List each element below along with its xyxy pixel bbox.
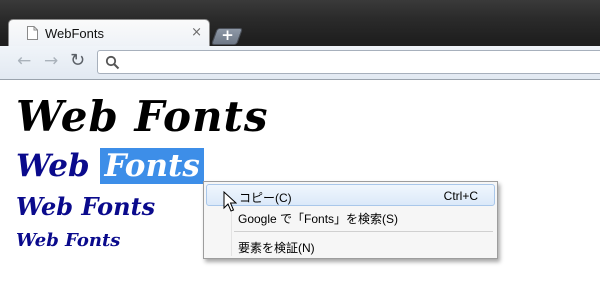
plus-icon: + [221,26,234,44]
menu-separator [234,231,493,232]
menu-item-copy[interactable]: コピー(C) Ctrl+C [206,184,495,206]
address-bar[interactable] [97,50,600,74]
reload-button[interactable]: ↻ [70,50,85,71]
heading-1: Web Fonts [16,92,269,141]
search-icon [105,55,120,70]
mouse-cursor-icon [223,191,237,212]
page-icon [27,26,38,40]
heading-2-plain: Web [16,148,101,184]
context-menu: コピー(C) Ctrl+C Google で「Fonts」を検索(S) 要素を検… [203,181,498,259]
selected-text[interactable]: Fonts [100,148,204,184]
menu-item-copy-shortcut: Ctrl+C [443,189,478,203]
new-tab-button[interactable]: + [210,26,244,45]
tab-webfonts[interactable]: WebFonts × [8,19,210,47]
tab-title: WebFonts [45,26,105,41]
heading-2: Web Fonts [16,148,204,184]
menu-item-copy-label: コピー(C) [239,191,292,205]
menu-item-search[interactable]: Google で「Fonts」を検索(S) [206,206,495,228]
menu-item-search-label: Google で「Fonts」を検索(S) [238,212,399,226]
heading-4: Web Fonts [16,230,121,251]
browser-toolbar: ← → ↻ [0,46,600,80]
menu-item-inspect[interactable]: 要素を検証(N) [206,235,495,257]
menu-item-inspect-label: 要素を検証(N) [238,241,315,255]
forward-button[interactable]: → [44,51,58,71]
heading-3: Web Fonts [16,192,156,221]
back-button[interactable]: ← [17,51,31,71]
tab-close-icon[interactable]: × [191,25,202,40]
